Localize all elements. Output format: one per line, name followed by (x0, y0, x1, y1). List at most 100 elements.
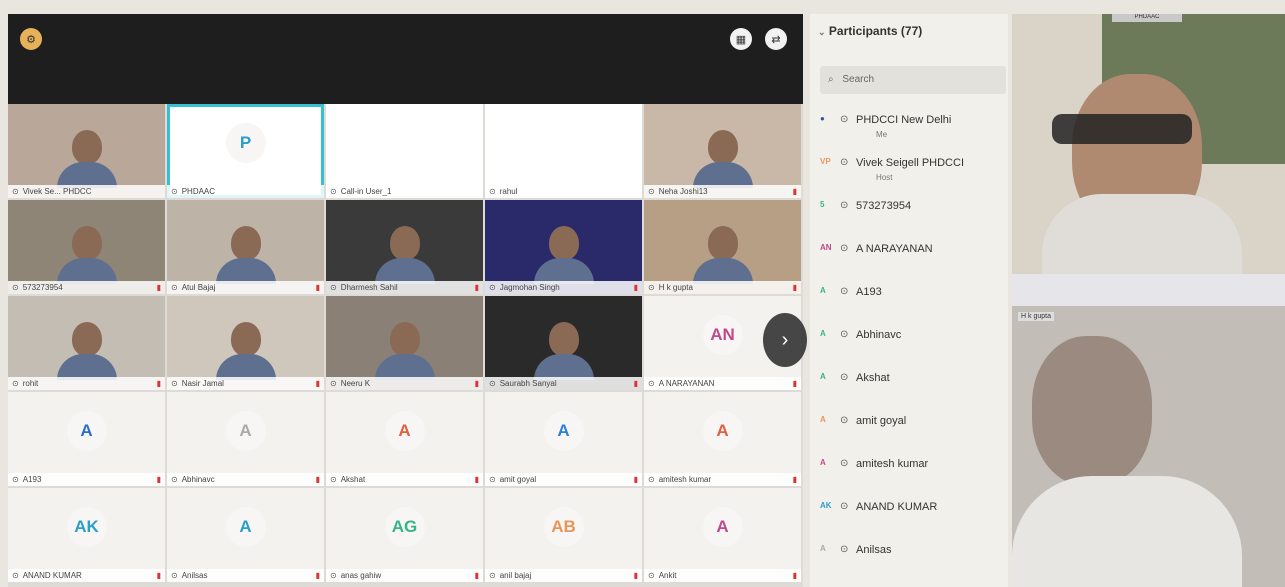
participant-row[interactable]: A ⊙ amitesh kumar (820, 446, 1008, 486)
participant-row[interactable]: AN ⊙ A NARAYANAN (820, 231, 1008, 271)
avatar: AK (820, 501, 832, 510)
video-tile[interactable]: A ⊙ amit goyal ▮ (485, 392, 642, 486)
video-tile[interactable]: ⊙ Vivek Se... PHDCC (8, 104, 165, 198)
next-page-button[interactable]: › (763, 313, 807, 367)
avatar: AB (543, 507, 584, 548)
participant-video (692, 129, 753, 188)
participant-row[interactable]: VP ⊙ Vivek Seigell PHDCCI Host (820, 145, 1008, 185)
participant-name: Abhinavc (856, 329, 902, 341)
mic-icon: ⊙ (330, 187, 337, 196)
video-tile[interactable]: ⊙ Saurabh Sanyal ▮ (485, 296, 642, 390)
participant-video (215, 225, 276, 284)
participant-name: 573273954 (856, 200, 912, 212)
video-tile[interactable]: ⊙ Dharmesh Sahil ▮ (326, 200, 483, 294)
share-icon[interactable]: ⇄ (765, 28, 787, 50)
video-tile[interactable]: A ⊙ amitesh kumar ▮ (644, 392, 801, 486)
mic-icon: ⊙ (12, 187, 19, 196)
muted-icon: ▮ (156, 283, 161, 292)
tile-label: ⊙ Dharmesh Sahil ▮ (326, 281, 483, 294)
participant-video (374, 321, 435, 380)
muted-icon: ▮ (315, 283, 320, 292)
search-icon: ⌕ (828, 74, 834, 85)
participant-row[interactable]: AK ⊙ ANAND KUMAR (820, 489, 1008, 529)
participant-role: Host (876, 173, 893, 182)
tile-label: ⊙ Anilsas ▮ (167, 569, 324, 582)
video-tile[interactable]: ⊙ rahul (485, 104, 642, 198)
participant-video (533, 321, 594, 380)
avatar: A (66, 411, 107, 452)
participant-video (215, 321, 276, 380)
video-tile[interactable]: ⊙ Nasir Jamal ▮ (167, 296, 324, 390)
mic-icon: ⊙ (840, 114, 849, 125)
participant-name: A193 (856, 286, 882, 298)
participant-name: Ankit (658, 571, 677, 580)
avatar: A (384, 411, 425, 452)
tile-label: ⊙ Nasir Jamal ▮ (167, 377, 324, 390)
mic-icon: ⊙ (840, 415, 849, 426)
participants-title[interactable]: ⌄ Participants (77) (818, 24, 922, 38)
tile-label: ⊙ Atul Bajaj ▮ (167, 281, 324, 294)
participant-row[interactable]: 5 ⊙ 573273954 (820, 188, 1008, 228)
mic-icon: ⊙ (12, 475, 19, 484)
participant-name: Dharmesh Sahil (340, 283, 398, 292)
tile-label: ⊙ Abhinavc ▮ (167, 473, 324, 486)
video-tile[interactable]: A ⊙ Ankit ▮ (644, 488, 801, 582)
tile-label: ⊙ 573273954 ▮ (8, 281, 165, 294)
participant-name: Atul Bajaj (181, 283, 216, 292)
mic-icon: ⊙ (330, 571, 337, 580)
video-tile[interactable]: ⊙ Call-in User_1 (326, 104, 483, 198)
video-tile[interactable]: ⊙ Atul Bajaj ▮ (167, 200, 324, 294)
video-tile[interactable]: ⊙ Neha Joshi13 ▮ (644, 104, 801, 198)
participant-name: Nasir Jamal (181, 379, 224, 388)
video-tile[interactable]: A ⊙ A193 ▮ (8, 392, 165, 486)
participant-name: 573273954 (22, 283, 63, 292)
video-tile[interactable]: A ⊙ Akshat ▮ (326, 392, 483, 486)
video-tile[interactable]: AB ⊙ anil bajaj ▮ (485, 488, 642, 582)
mic-icon: ⊙ (330, 379, 337, 388)
mic-icon: ⊙ (840, 157, 849, 168)
mic-icon: ⊙ (489, 379, 496, 388)
video-tile[interactable]: A ⊙ Anilsas ▮ (167, 488, 324, 582)
participant-row[interactable]: A ⊙ Anilsas (820, 532, 1008, 572)
video-tile[interactable]: ⊙ Neeru K ▮ (326, 296, 483, 390)
avatar: 5 (820, 200, 825, 209)
muted-icon: ▮ (633, 379, 638, 388)
gear-icon[interactable]: ⚙ (20, 28, 42, 50)
video-tile[interactable]: ⊙ 573273954 ▮ (8, 200, 165, 294)
video-tile[interactable]: ⊙ H k gupta ▮ (644, 200, 801, 294)
mic-icon: ⊙ (648, 283, 655, 292)
avatar: VP (820, 157, 831, 166)
avatar: AK (66, 507, 107, 548)
participant-name: ANAND KUMAR (22, 571, 82, 580)
mic-icon: ⊙ (489, 283, 496, 292)
video-tile[interactable]: AG ⊙ anas gahiw ▮ (326, 488, 483, 582)
search-input[interactable]: ⌕ Search (820, 66, 1006, 94)
avatar: A (702, 411, 743, 452)
participant-video (56, 321, 117, 380)
avatar: A (225, 411, 266, 452)
grid-icon[interactable]: ▦ (730, 28, 752, 50)
tile-label: ⊙ Vivek Se... PHDCC (8, 185, 165, 198)
participant-row[interactable]: A ⊙ amit goyal (820, 403, 1008, 443)
muted-icon: ▮ (792, 187, 797, 196)
video-tile[interactable]: P ⊙ PHDAAC (167, 104, 324, 198)
muted-icon: ▮ (474, 571, 479, 580)
tile-label: ⊙ Ankit ▮ (644, 569, 801, 582)
video-tile[interactable]: A ⊙ Abhinavc ▮ (167, 392, 324, 486)
video-tile[interactable]: ⊙ rohit ▮ (8, 296, 165, 390)
participant-video (533, 225, 594, 284)
participant-row[interactable]: A ⊙ Akshat (820, 360, 1008, 400)
speaker-label: PHDAAC (1112, 14, 1182, 22)
participant-name: Neha Joshi13 (658, 187, 708, 196)
participant-row[interactable]: A ⊙ Abhinavc (820, 317, 1008, 357)
tile-label: ⊙ Akshat ▮ (326, 473, 483, 486)
video-tile[interactable]: AK ⊙ ANAND KUMAR ▮ (8, 488, 165, 582)
participant-row[interactable]: ● ⊙ PHDCCI New Delhi Me (820, 102, 1008, 142)
participant-name: rohit (22, 379, 39, 388)
participant-row[interactable]: A ⊙ A193 (820, 274, 1008, 314)
avatar: A (820, 372, 826, 381)
participant-name: Call-in User_1 (340, 187, 392, 196)
participant-name: amit goyal (856, 415, 907, 427)
video-tile[interactable]: ⊙ Jagmohan Singh ▮ (485, 200, 642, 294)
mic-icon: ⊙ (12, 571, 19, 580)
